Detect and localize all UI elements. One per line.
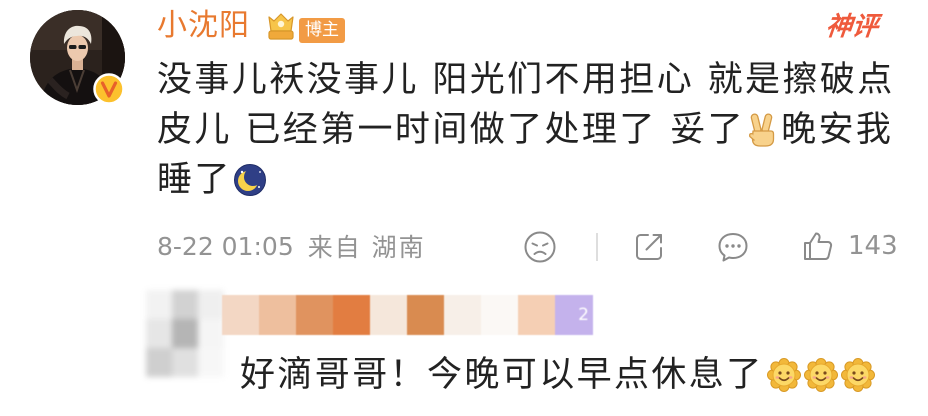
mosaic-block — [146, 290, 172, 319]
mosaic-block — [333, 295, 370, 335]
crescent-moon-emoji-icon — [233, 164, 266, 196]
like-count: 143 — [848, 231, 898, 261]
reply-text: 好滴哥哥！今晚可以早点休息了 — [240, 351, 875, 399]
mosaic-block — [146, 319, 172, 348]
mosaic-block — [444, 295, 481, 335]
dislike-face-icon — [524, 231, 556, 263]
mosaic-block — [370, 295, 407, 335]
weibo-comment-card: 小沈阳 博主 神评 没事儿袄没事儿 阳光们不用担心 就是擦破点 皮儿 已经第一时… — [0, 0, 928, 416]
like-icon — [804, 232, 833, 260]
comment-button[interactable] — [716, 230, 750, 264]
mosaic-block — [198, 290, 224, 319]
username[interactable]: 小沈阳 — [157, 6, 250, 46]
mosaic-block — [222, 295, 259, 335]
mosaic-block — [518, 295, 555, 335]
mosaic-block — [172, 319, 198, 348]
mosaic-block — [198, 319, 224, 348]
comment-text-segment: 睡了 — [157, 160, 232, 200]
comment-text-segment: 晚安我 — [781, 110, 894, 150]
mosaic-block — [172, 348, 198, 377]
share-icon — [636, 234, 662, 260]
mosaic-block — [146, 348, 172, 377]
timestamp: 8-22 01:05 — [157, 231, 294, 261]
verified-v-icon — [93, 73, 125, 105]
mosaic-block — [481, 295, 518, 335]
comment-line: 睡了 — [157, 155, 922, 205]
dislike-button[interactable] — [523, 230, 557, 264]
reply-avatar-blurred[interactable] — [146, 290, 224, 377]
action-divider — [596, 233, 598, 261]
smile-emoji-icon — [840, 358, 875, 392]
location-source: 来自 湖南 — [307, 233, 426, 262]
mosaic-block — [407, 295, 444, 335]
comment-icon — [718, 233, 748, 262]
comment-text: 没事儿袄没事儿 阳光们不用担心 就是擦破点 皮儿 已经第一时间做了处理了 妥了 … — [157, 55, 922, 205]
gold-fan-badge-icon[interactable] — [263, 11, 299, 43]
reply-username-mosaic[interactable]: 2 — [222, 295, 593, 335]
blogger-badge: 博主 — [299, 18, 345, 43]
smile-emoji-icon — [766, 358, 801, 392]
share-button[interactable] — [632, 230, 666, 264]
comment-text-segment: 没事儿袄没事儿 阳光们不用担心 就是擦破点 — [157, 60, 895, 100]
comment-line: 没事儿袄没事儿 阳光们不用担心 就是擦破点 — [157, 55, 922, 105]
mosaic-block — [172, 290, 198, 319]
comment-line: 皮儿 已经第一时间做了处理了 妥了 晚安我 — [157, 105, 922, 155]
like-button[interactable]: 143 — [801, 229, 898, 263]
reply-text-segment: 好滴哥哥！今晚可以早点休息了 — [240, 355, 764, 395]
mosaic-block — [296, 295, 333, 335]
level-badge: 2 — [555, 295, 593, 335]
mosaic-block — [259, 295, 296, 335]
mosaic-block — [198, 348, 224, 377]
victory-hand-emoji-icon — [749, 113, 775, 147]
comment-meta: 8-22 01:05 来自 湖南 — [157, 229, 426, 263]
featured-comment-label: 神评 — [824, 12, 880, 42]
smile-emoji-icon — [803, 358, 838, 392]
comment-text-segment: 皮儿 已经第一时间做了处理了 妥了 — [157, 110, 746, 150]
